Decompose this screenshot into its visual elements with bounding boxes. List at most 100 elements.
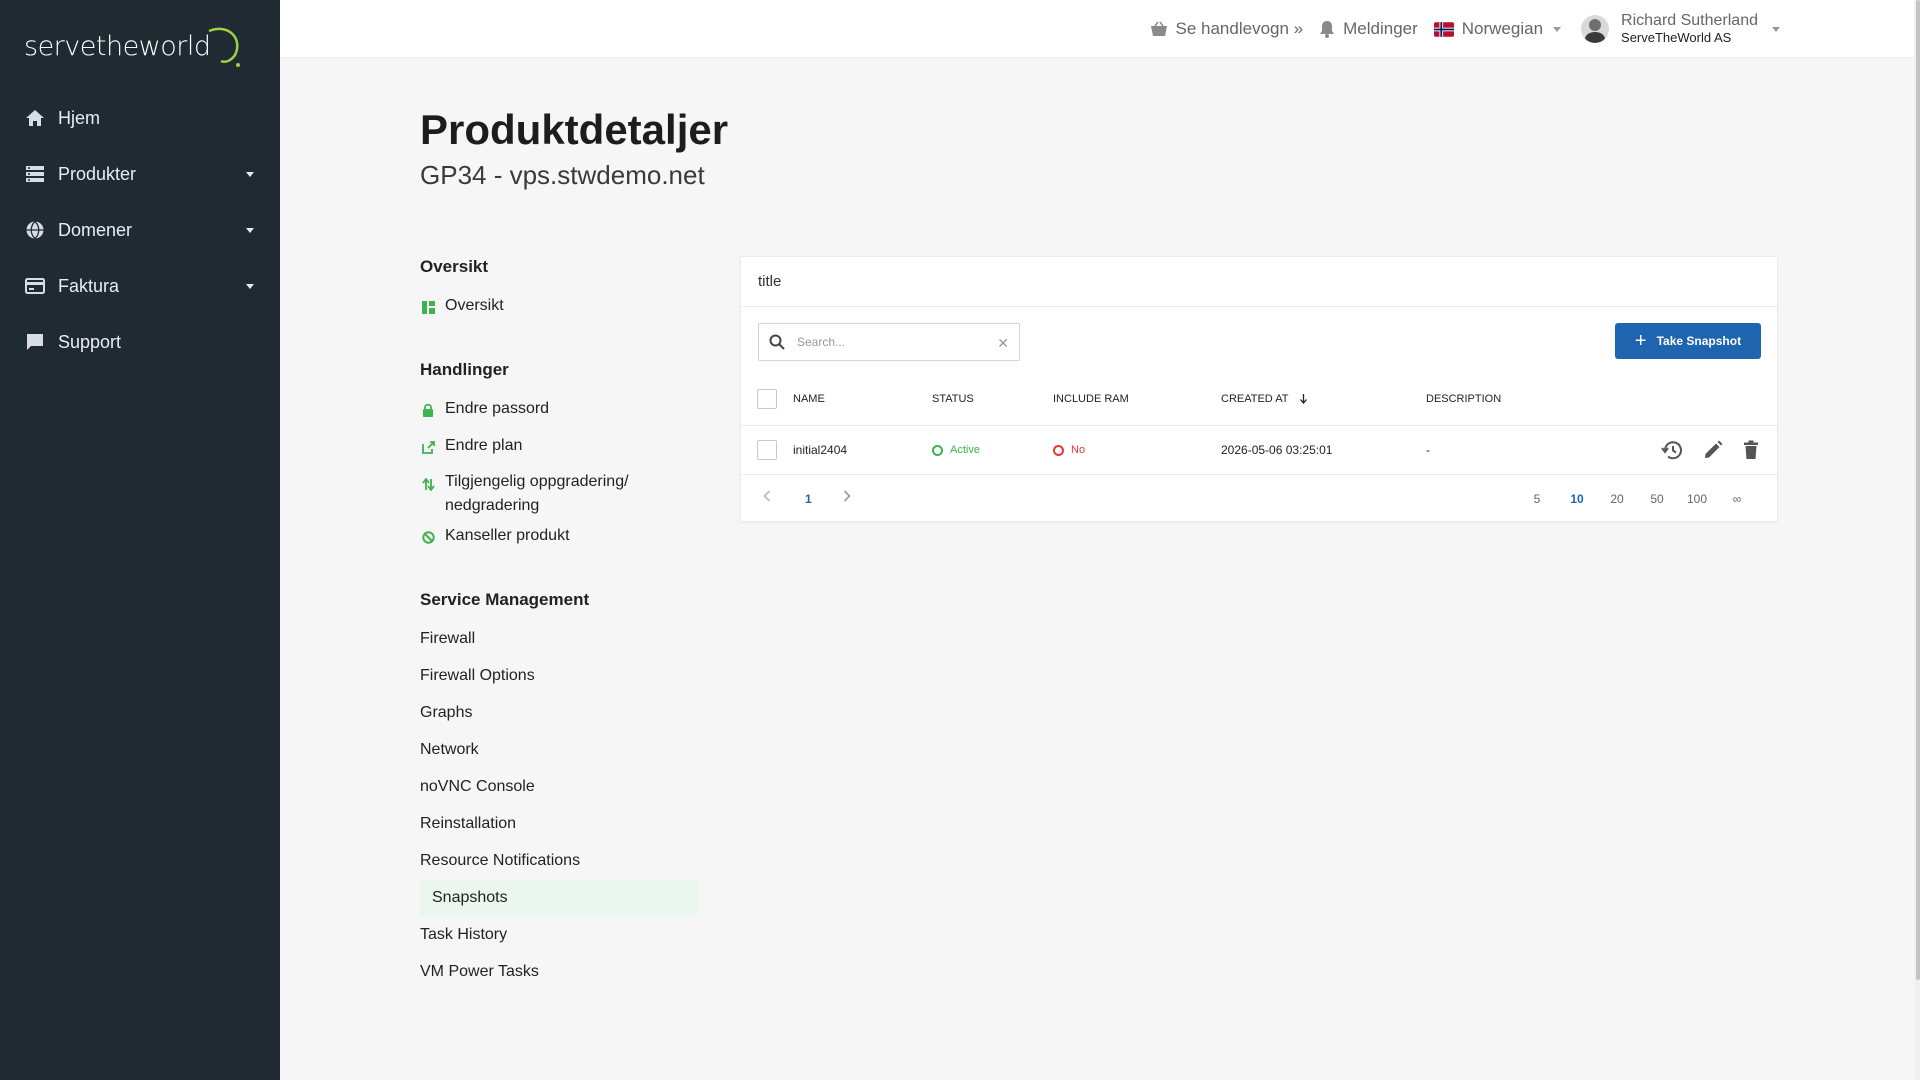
menu-link-upgrade-downgrade[interactable]: Tilgjengelig oppgradering/ nedgradering bbox=[420, 465, 700, 518]
sidebar-item-domener[interactable]: Domener bbox=[0, 202, 280, 258]
row-checkbox[interactable] bbox=[757, 426, 777, 474]
page-size-option-selected[interactable]: 10 bbox=[1557, 492, 1597, 506]
column-header-status[interactable]: STATUS bbox=[932, 379, 974, 419]
cart-link[interactable]: Se handlevogn » bbox=[1150, 19, 1303, 39]
sidebar-item-support[interactable]: Support bbox=[0, 314, 280, 370]
page-size-option-all[interactable]: ∞ bbox=[1717, 492, 1757, 506]
row-actions bbox=[1661, 426, 1759, 474]
menu-link-reinstallation[interactable]: Reinstallation bbox=[420, 806, 700, 843]
menu-link-novnc-console[interactable]: noVNC Console bbox=[420, 769, 700, 806]
menu-link-change-plan[interactable]: Endre plan bbox=[420, 428, 700, 465]
include-ram-label: No bbox=[1071, 444, 1086, 456]
restore-history-icon[interactable] bbox=[1661, 440, 1683, 460]
external-link-icon bbox=[420, 439, 436, 455]
column-header-description[interactable]: DESCRIPTION bbox=[1426, 379, 1501, 419]
globe-icon bbox=[24, 219, 46, 241]
menu-link-label: Kanseller produkt bbox=[445, 527, 570, 544]
take-snapshot-label: Take Snapshot bbox=[1656, 334, 1742, 348]
menu-link-resource-notifications[interactable]: Resource Notifications bbox=[420, 843, 700, 880]
column-header-include-ram[interactable]: INCLUDE RAM bbox=[1053, 379, 1129, 419]
notifications-label: Meldinger bbox=[1343, 19, 1418, 38]
logo-text: servetheworld bbox=[24, 30, 211, 62]
edit-pencil-icon[interactable] bbox=[1703, 440, 1723, 460]
sidebar-item-produkter[interactable]: Produkter bbox=[0, 146, 280, 202]
page-title: Produktdetaljer bbox=[420, 106, 729, 153]
page-size-option[interactable]: 20 bbox=[1597, 492, 1637, 506]
trash-icon[interactable] bbox=[1743, 440, 1759, 460]
close-icon[interactable]: ✕ bbox=[997, 335, 1009, 352]
dashboard-icon bbox=[420, 299, 436, 315]
menu-link-graphs[interactable]: Graphs bbox=[420, 695, 700, 732]
column-header-created-at[interactable]: CREATED AT bbox=[1221, 379, 1308, 419]
menu-link-overview[interactable]: Oversikt bbox=[420, 288, 700, 325]
page-scrollbar[interactable] bbox=[1914, 0, 1920, 1080]
menu-link-cancel-product[interactable]: Kanseller produkt bbox=[420, 518, 700, 555]
chevron-down-icon bbox=[246, 172, 254, 177]
bell-icon bbox=[1319, 20, 1335, 38]
language-selector[interactable]: Norwegian bbox=[1433, 19, 1562, 39]
menu-link-change-password[interactable]: Endre passord bbox=[420, 391, 700, 428]
product-side-menu: Oversikt Oversikt Handlinger Endre passo… bbox=[420, 252, 700, 991]
chevron-down-icon bbox=[246, 284, 254, 289]
user-name: Richard Sutherland bbox=[1621, 12, 1758, 29]
chevron-down-icon bbox=[1553, 26, 1562, 32]
status-badge: Active bbox=[932, 426, 980, 474]
menu-link-firewall[interactable]: Firewall bbox=[420, 621, 700, 658]
menu-link-firewall-options[interactable]: Firewall Options bbox=[420, 658, 700, 695]
lock-icon bbox=[420, 402, 436, 418]
scrollbar-thumb[interactable] bbox=[1916, 0, 1920, 980]
credit-card-icon bbox=[24, 275, 46, 297]
select-all-checkbox[interactable] bbox=[757, 379, 777, 419]
top-bar: Se handlevogn » Meldinger Norwegian Rich… bbox=[280, 0, 1920, 58]
column-header-name[interactable]: NAME bbox=[793, 379, 825, 419]
checkbox[interactable] bbox=[757, 389, 777, 409]
menu-link-label: Oversikt bbox=[445, 297, 504, 314]
sidebar-item-label: Produkter bbox=[58, 163, 137, 184]
snapshot-name: initial2404 bbox=[793, 443, 848, 457]
sort-arrow-down-icon bbox=[1300, 394, 1308, 404]
page-subtitle: GP34 - vps.stwdemo.net bbox=[420, 160, 705, 190]
table-row: initial2404 Active No 2026-05-06 03:25:0… bbox=[741, 425, 1777, 475]
sidebar: servetheworld Hjem Produkter Domener Fak… bbox=[0, 0, 280, 1080]
notifications-link[interactable]: Meldinger bbox=[1319, 19, 1418, 39]
page-size-option[interactable]: 50 bbox=[1637, 492, 1677, 506]
avatar bbox=[1581, 15, 1610, 43]
chevron-right-icon[interactable] bbox=[843, 490, 851, 505]
status-label: Active bbox=[950, 444, 980, 456]
page-number[interactable]: 1 bbox=[805, 492, 812, 506]
page-size-option[interactable]: 100 bbox=[1677, 492, 1717, 506]
menu-link-label: Endre passord bbox=[445, 400, 550, 417]
sidebar-item-hjem[interactable]: Hjem bbox=[0, 90, 280, 146]
sidebar-item-faktura[interactable]: Faktura bbox=[0, 258, 280, 314]
menu-link-network[interactable]: Network bbox=[420, 732, 700, 769]
search-input[interactable] bbox=[795, 334, 985, 350]
actions-heading: Handlinger bbox=[420, 360, 509, 379]
sidebar-item-label: Domener bbox=[58, 219, 133, 240]
menu-link-vm-power-tasks[interactable]: VM Power Tasks bbox=[420, 954, 700, 991]
user-menu[interactable]: Richard Sutherland ServeTheWorld AS bbox=[1581, 12, 1780, 46]
server-icon bbox=[24, 163, 46, 185]
menu-link-label: Endre plan bbox=[445, 437, 523, 454]
column-header-label: CREATED AT bbox=[1221, 393, 1289, 405]
chevron-down-icon bbox=[246, 228, 254, 233]
chevron-left-icon[interactable] bbox=[763, 490, 771, 505]
checkbox[interactable] bbox=[757, 440, 777, 460]
menu-link-label: Tilgjengelig oppgradering/ nedgradering bbox=[445, 473, 629, 514]
norway-flag-icon bbox=[1433, 21, 1454, 37]
search-icon bbox=[769, 334, 785, 350]
logo[interactable]: servetheworld bbox=[24, 18, 264, 74]
cancel-icon bbox=[420, 529, 436, 545]
sidebar-nav: Hjem Produkter Domener Faktura Support bbox=[0, 90, 280, 370]
menu-link-task-history[interactable]: Task History bbox=[420, 917, 700, 954]
pagination: 1 5 10 20 50 100 ∞ bbox=[741, 477, 1777, 521]
chevron-down-icon bbox=[1772, 26, 1780, 32]
search-field[interactable]: ✕ bbox=[758, 323, 1020, 361]
page-size-option[interactable]: 5 bbox=[1517, 492, 1557, 506]
menu-link-snapshots[interactable]: Snapshots bbox=[420, 880, 698, 917]
take-snapshot-button[interactable]: + Take Snapshot bbox=[1615, 323, 1761, 359]
sidebar-item-label: Support bbox=[58, 331, 122, 352]
chat-icon bbox=[24, 331, 46, 353]
plus-icon: + bbox=[1634, 330, 1647, 352]
status-circle-icon bbox=[932, 444, 943, 456]
logo-swoosh-icon bbox=[208, 27, 240, 67]
